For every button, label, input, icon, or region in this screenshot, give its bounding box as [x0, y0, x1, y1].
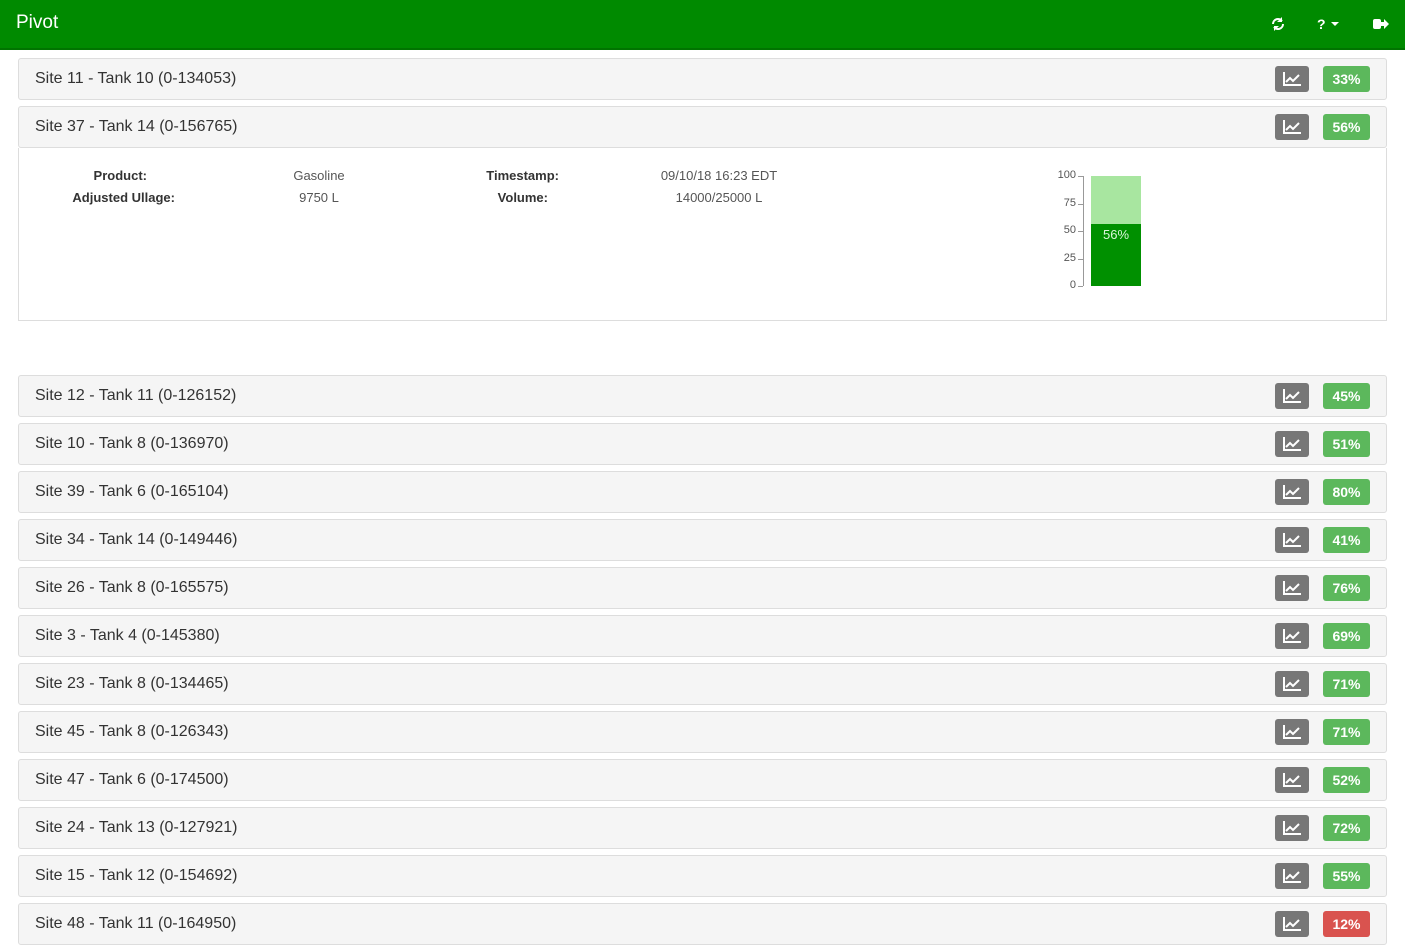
chart-button[interactable]	[1275, 479, 1309, 505]
line-chart-icon	[1283, 773, 1301, 787]
line-chart-icon	[1283, 869, 1301, 883]
adjusted-ullage-value: 9750 L	[299, 190, 339, 205]
volume-label: Volume:	[497, 190, 548, 205]
line-chart-icon	[1283, 725, 1301, 739]
tank-details-panel: Product: Gasoline Adjusted Ullage: 9750 …	[18, 148, 1387, 321]
y-tick-mark	[1078, 286, 1083, 287]
adjusted-ullage-label: Adjusted Ullage:	[72, 190, 175, 205]
tank-row-label[interactable]: Site 34 - Tank 14 (0-149446)	[35, 531, 238, 549]
tank-row-label[interactable]: Site 45 - Tank 8 (0-126343)	[35, 723, 229, 741]
line-chart-icon	[1283, 821, 1301, 835]
tank-level-label: 56%	[1102, 227, 1130, 243]
tank-row[interactable]: Site 47 - Tank 6 (0-174500) 52%	[18, 759, 1387, 801]
percent-badge: 41%	[1323, 527, 1370, 553]
line-chart-icon	[1283, 389, 1301, 403]
tank-row-label[interactable]: Site 26 - Tank 8 (0-165575)	[35, 579, 229, 597]
product-value: Gasoline	[293, 168, 345, 183]
percent-badge: 56%	[1323, 114, 1370, 140]
line-chart-icon	[1283, 72, 1301, 86]
line-chart-icon	[1283, 677, 1301, 691]
tank-row[interactable]: Site 3 - Tank 4 (0-145380) 69%	[18, 615, 1387, 657]
timestamp-label: Timestamp:	[486, 168, 559, 183]
tank-row-label[interactable]: Site 24 - Tank 13 (0-127921)	[35, 819, 238, 837]
chart-button[interactable]	[1275, 431, 1309, 457]
tank-row[interactable]: Site 34 - Tank 14 (0-149446) 41%	[18, 519, 1387, 561]
percent-badge: 55%	[1323, 863, 1370, 889]
percent-badge: 72%	[1323, 815, 1370, 841]
chart-button[interactable]	[1275, 575, 1309, 601]
tank-row[interactable]: Site 48 - Tank 11 (0-164950) 12%	[18, 903, 1387, 945]
chart-button[interactable]	[1275, 863, 1309, 889]
line-chart-icon	[1283, 629, 1301, 643]
refresh-icon[interactable]	[1270, 14, 1286, 34]
product-label: Product:	[93, 168, 147, 183]
chart-button[interactable]	[1275, 719, 1309, 745]
y-tick-label: 50	[1063, 224, 1076, 236]
tank-row-label[interactable]: Site 39 - Tank 6 (0-165104)	[35, 483, 229, 501]
tank-row-label[interactable]: Site 10 - Tank 8 (0-136970)	[35, 435, 229, 453]
percent-badge: 80%	[1323, 479, 1370, 505]
top-navbar: Pivot ?	[0, 0, 1405, 50]
tank-row-label[interactable]: Site 47 - Tank 6 (0-174500)	[35, 771, 229, 789]
tank-row-label[interactable]: Site 48 - Tank 11 (0-164950)	[35, 915, 236, 933]
chart-button[interactable]	[1275, 527, 1309, 553]
y-tick-label: 100	[1057, 169, 1076, 181]
percent-badge: 71%	[1323, 719, 1370, 745]
chart-button[interactable]	[1275, 66, 1309, 92]
chevron-down-icon	[1330, 22, 1339, 26]
tank-row[interactable]: Site 26 - Tank 8 (0-165575) 76%	[18, 567, 1387, 609]
tank-row[interactable]: Site 39 - Tank 6 (0-165104) 80%	[18, 471, 1387, 513]
line-chart-icon	[1283, 917, 1301, 931]
line-chart-icon	[1283, 120, 1301, 134]
chart-button[interactable]	[1275, 815, 1309, 841]
percent-badge: 71%	[1323, 671, 1370, 697]
y-tick-label: 75	[1063, 196, 1076, 209]
help-dropdown[interactable]: ?	[1317, 14, 1339, 34]
tank-row-label[interactable]: Site 12 - Tank 11 (0-126152)	[35, 387, 236, 405]
percent-badge: 12%	[1323, 911, 1370, 937]
chart-button[interactable]	[1275, 911, 1309, 937]
sign-out-icon[interactable]	[1372, 14, 1389, 34]
line-chart-icon	[1283, 437, 1301, 451]
help-icon: ?	[1317, 16, 1326, 32]
chart-button[interactable]	[1275, 114, 1309, 140]
tank-row[interactable]: Site 23 - Tank 8 (0-134465) 71%	[18, 663, 1387, 705]
line-chart-icon	[1283, 485, 1301, 499]
chart-button[interactable]	[1275, 671, 1309, 697]
tank-row-label[interactable]: Site 37 - Tank 14 (0-156765)	[35, 118, 238, 136]
percent-badge: 76%	[1323, 575, 1370, 601]
tank-row-label[interactable]: Site 3 - Tank 4 (0-145380)	[35, 627, 220, 645]
tank-row-label[interactable]: Site 15 - Tank 12 (0-154692)	[35, 867, 238, 885]
tank-row-label[interactable]: Site 23 - Tank 8 (0-134465)	[35, 675, 229, 693]
chart-button[interactable]	[1275, 383, 1309, 409]
chart-button[interactable]	[1275, 623, 1309, 649]
y-tick-label: 0	[1069, 279, 1076, 291]
line-chart-icon	[1283, 533, 1301, 547]
volume-value: 14000/25000 L	[675, 190, 763, 205]
tank-row[interactable]: Site 37 - Tank 14 (0-156765) 56%	[18, 106, 1387, 148]
percent-badge: 69%	[1323, 623, 1370, 649]
app-title[interactable]: Pivot	[16, 12, 58, 34]
percent-badge: 33%	[1323, 66, 1370, 92]
tank-row[interactable]: Site 11 - Tank 10 (0-134053) 33%	[18, 58, 1387, 100]
tank-row[interactable]: Site 45 - Tank 8 (0-126343) 71%	[18, 711, 1387, 753]
tank-row[interactable]: Site 15 - Tank 12 (0-154692) 55%	[18, 855, 1387, 897]
y-axis	[1083, 176, 1084, 286]
tank-row[interactable]: Site 12 - Tank 11 (0-126152) 45%	[18, 375, 1387, 417]
line-chart-icon	[1283, 581, 1301, 595]
y-tick-label: 25	[1063, 251, 1076, 264]
tank-row-label[interactable]: Site 11 - Tank 10 (0-134053)	[35, 70, 236, 88]
timestamp-value: 09/10/18 16:23 EDT	[660, 168, 778, 183]
chart-button[interactable]	[1275, 767, 1309, 793]
tank-row[interactable]: Site 10 - Tank 8 (0-136970) 51%	[18, 423, 1387, 465]
tank-row[interactable]: Site 24 - Tank 13 (0-127921) 72%	[18, 807, 1387, 849]
percent-badge: 51%	[1323, 431, 1370, 457]
percent-badge: 52%	[1323, 767, 1370, 793]
percent-badge: 45%	[1323, 383, 1370, 409]
